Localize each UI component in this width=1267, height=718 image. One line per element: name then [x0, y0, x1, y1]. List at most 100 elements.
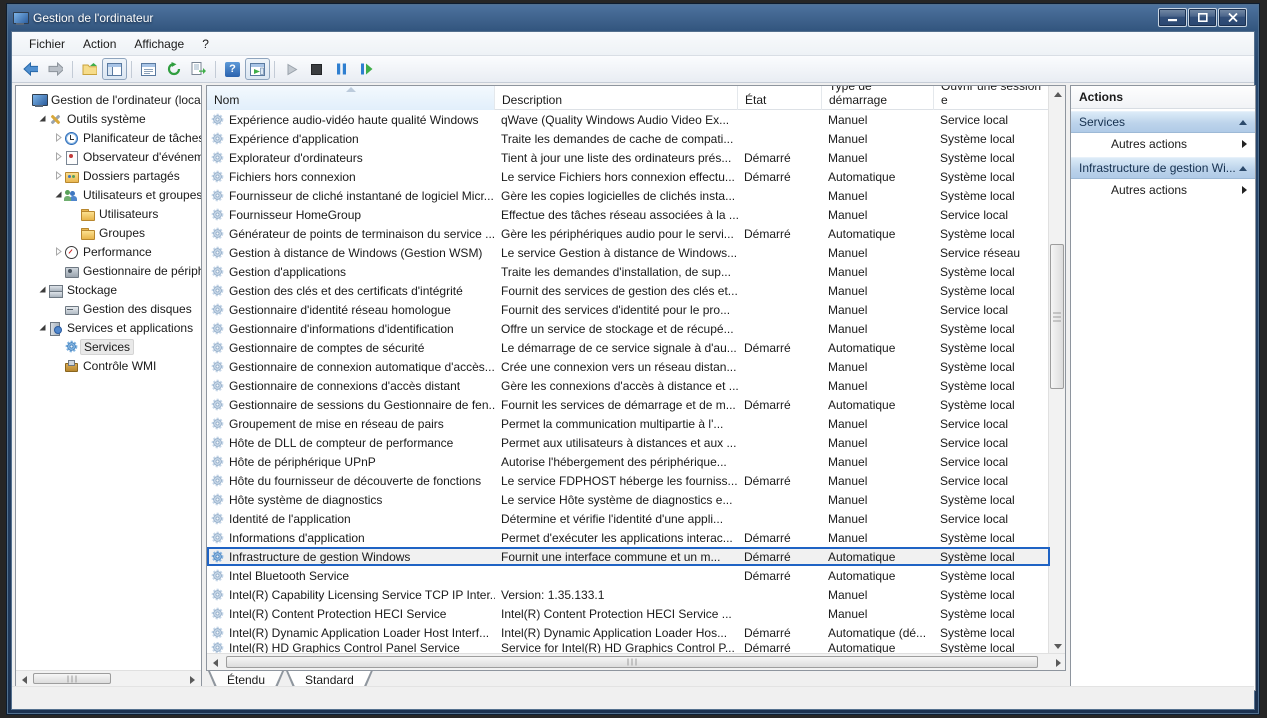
tree-item-gestion-de-l-ordinateur-local[interactable]: Gestion de l'ordinateur (local)	[16, 90, 201, 109]
tree-item-dossiers-partages[interactable]: Dossiers partagés	[16, 166, 201, 185]
collapsed-arrow-icon[interactable]	[52, 152, 64, 161]
minimize-button[interactable]	[1158, 8, 1187, 27]
column-header-type-de-demarrage[interactable]: Type de démarrage	[822, 86, 934, 110]
table-row[interactable]: Intel(R) Dynamic Application Loader Host…	[207, 623, 1050, 642]
column-header-description[interactable]: Description	[495, 86, 738, 110]
expanded-arrow-icon[interactable]	[36, 285, 48, 294]
menu-item-fichier[interactable]: Fichier	[20, 34, 74, 54]
table-row[interactable]: Hôte du fournisseur de découverte de fon…	[207, 471, 1050, 490]
table-row[interactable]: Gestionnaire de comptes de sécuritéLe dé…	[207, 338, 1050, 357]
table-row[interactable]: Explorateur d'ordinateursTient à jour un…	[207, 148, 1050, 167]
table-row[interactable]: Gestion à distance de Windows (Gestion W…	[207, 243, 1050, 262]
menu-item-action[interactable]: Action	[74, 34, 125, 54]
stop-button[interactable]	[304, 58, 329, 80]
pause-button[interactable]	[329, 58, 354, 80]
table-row[interactable]: Hôte de périphérique UPnPAutorise l'hébe…	[207, 452, 1050, 471]
table-row[interactable]: Gestionnaire d'identité réseau homologue…	[207, 300, 1050, 319]
restart-button[interactable]	[354, 58, 379, 80]
pause-icon	[334, 62, 349, 77]
scroll-left-button[interactable]	[16, 671, 33, 687]
export-list-button[interactable]	[186, 58, 211, 80]
actions-section-header-services[interactable]: Services	[1071, 111, 1255, 133]
collapsed-arrow-icon[interactable]	[52, 171, 64, 180]
list-vertical-scrollbar[interactable]	[1048, 86, 1065, 655]
tree-item-observateur-d-eveneme[interactable]: Observateur d'événeme	[16, 147, 201, 166]
scroll-left-button[interactable]	[207, 654, 224, 671]
tree-item-stockage[interactable]: Stockage	[16, 280, 201, 299]
scrollbar-thumb[interactable]	[226, 656, 1038, 668]
action-pane-button[interactable]	[245, 58, 270, 80]
close-button[interactable]	[1218, 8, 1247, 27]
column-header-etat[interactable]: État	[738, 86, 822, 110]
scroll-up-button[interactable]	[1049, 86, 1066, 103]
device-manager-icon	[64, 264, 78, 278]
table-row[interactable]: Gestionnaire d'informations d'identifica…	[207, 319, 1050, 338]
table-row[interactable]: Groupement de mise en réseau de pairsPer…	[207, 414, 1050, 433]
table-row[interactable]: Gestionnaire de sessions du Gestionnaire…	[207, 395, 1050, 414]
tree-item-services[interactable]: Services	[16, 337, 201, 356]
table-row[interactable]: Hôte de DLL de compteur de performancePe…	[207, 433, 1050, 452]
tree-item-gestion-des-disques[interactable]: Gestion des disques	[16, 299, 201, 318]
table-row[interactable]: Gestion d'applicationsTraite les demande…	[207, 262, 1050, 281]
table-row[interactable]: Expérience audio-vidéo haute qualité Win…	[207, 110, 1050, 129]
table-row[interactable]: Fournisseur HomeGroupEffectue des tâches…	[207, 205, 1050, 224]
table-row[interactable]: Gestion des clés et des certificats d'in…	[207, 281, 1050, 300]
tree-item-performance[interactable]: Performance	[16, 242, 201, 261]
cell-session-text: Système local	[940, 360, 1015, 374]
properties-button[interactable]	[136, 58, 161, 80]
console-tree-button[interactable]	[102, 58, 127, 80]
tree-item-services-et-applications[interactable]: Services et applications	[16, 318, 201, 337]
cell-session: Système local	[934, 607, 1050, 621]
help-button[interactable]: ?	[220, 58, 245, 80]
table-row[interactable]: Intel Bluetooth ServiceDémarréAutomatiqu…	[207, 566, 1050, 585]
table-row[interactable]: Fournisseur de cliché instantané de logi…	[207, 186, 1050, 205]
table-row[interactable]: Générateur de points de terminaison du s…	[207, 224, 1050, 243]
collapsed-arrow-icon[interactable]	[52, 133, 64, 142]
table-row[interactable]: Informations d'applicationPermet d'exécu…	[207, 528, 1050, 547]
collapsed-arrow-icon[interactable]	[52, 247, 64, 256]
forward-button[interactable]	[43, 58, 68, 80]
expanded-arrow-icon[interactable]	[52, 190, 64, 199]
list-horizontal-scrollbar[interactable]	[207, 653, 1066, 670]
table-row[interactable]: Infrastructure de gestion WindowsFournit…	[207, 547, 1050, 566]
table-row-partial[interactable]: Intel(R) HD Graphics Control Panel Servi…	[207, 642, 1050, 653]
tree-horizontal-scrollbar[interactable]	[16, 670, 201, 686]
tree-item-outils-systeme[interactable]: Outils système	[16, 109, 201, 128]
actions-item-autres-actions[interactable]: Autres actions	[1071, 179, 1255, 201]
actions-section-header-infrastructure-de-gestion-wi[interactable]: Infrastructure de gestion Wi...	[1071, 157, 1255, 179]
scroll-right-button[interactable]	[184, 671, 201, 687]
maximize-button[interactable]	[1188, 8, 1217, 27]
tree-item-utilisateurs-et-groupes-l[interactable]: Utilisateurs et groupes l	[16, 185, 201, 204]
cell-name-text: Gestionnaire d'informations d'identifica…	[229, 322, 454, 336]
tree-item-gestionnaire-de-periphe[interactable]: Gestionnaire de périphé	[16, 261, 201, 280]
column-header-nom[interactable]: Nom	[207, 86, 495, 110]
expanded-arrow-icon[interactable]	[36, 323, 48, 332]
cell-description-text: Permet la communication multipartie à l'…	[501, 417, 723, 431]
tree-item-planificateur-de-taches[interactable]: Planificateur de tâches	[16, 128, 201, 147]
actions-item-autres-actions[interactable]: Autres actions	[1071, 133, 1255, 155]
scroll-right-button[interactable]	[1050, 654, 1066, 671]
tree-item-groupes[interactable]: Groupes	[16, 223, 201, 242]
table-row[interactable]: Gestionnaire de connexion automatique d'…	[207, 357, 1050, 376]
tree-item-controle-wmi[interactable]: Contrôle WMI	[16, 356, 201, 375]
table-row[interactable]: Intel(R) Content Protection HECI Service…	[207, 604, 1050, 623]
table-row[interactable]: Expérience d'applicationTraite les deman…	[207, 129, 1050, 148]
menu-item-help[interactable]: ?	[193, 34, 218, 54]
refresh-button[interactable]	[161, 58, 186, 80]
play-button[interactable]	[279, 58, 304, 80]
table-row[interactable]: Gestionnaire de connexions d'accès dista…	[207, 376, 1050, 395]
table-row[interactable]: Intel(R) Capability Licensing Service TC…	[207, 585, 1050, 604]
table-row[interactable]: Identité de l'applicationDétermine et vé…	[207, 509, 1050, 528]
folder-up-button[interactable]	[77, 58, 102, 80]
scrollbar-thumb[interactable]	[1050, 244, 1064, 389]
tree-item-utilisateurs[interactable]: Utilisateurs	[16, 204, 201, 223]
back-button[interactable]	[18, 58, 43, 80]
column-header-ouvrir-une-session-e[interactable]: Ouvrir une session e	[934, 86, 1050, 110]
menu-item-affichage[interactable]: Affichage	[125, 34, 193, 54]
scrollbar-thumb[interactable]	[33, 673, 111, 684]
title-bar[interactable]: Gestion de l'ordinateur	[7, 4, 1259, 31]
table-row[interactable]: Fichiers hors connexionLe service Fichie…	[207, 167, 1050, 186]
expanded-arrow-icon[interactable]	[36, 114, 48, 123]
table-row[interactable]: Hôte système de diagnosticsLe service Hô…	[207, 490, 1050, 509]
cell-description: qWave (Quality Windows Audio Video Ex...	[495, 113, 738, 127]
